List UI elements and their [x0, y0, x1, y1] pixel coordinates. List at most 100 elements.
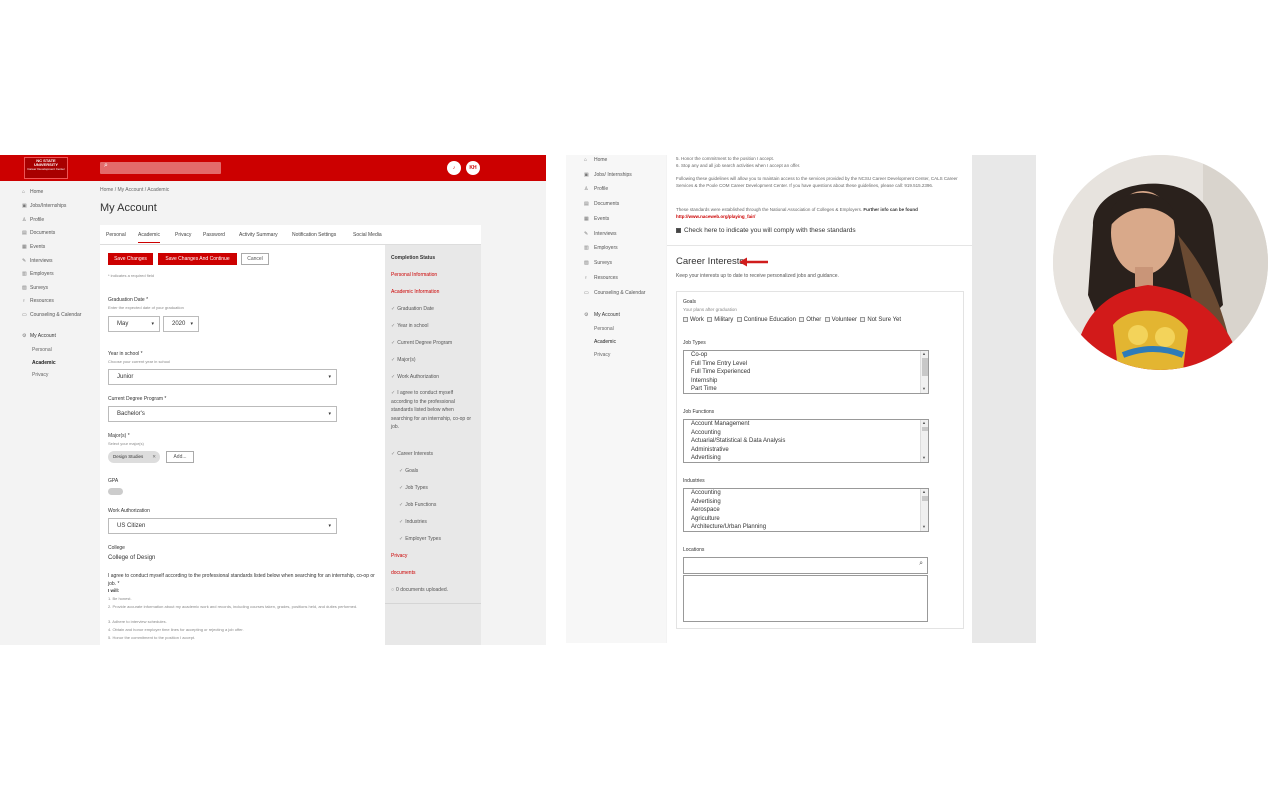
sidebar-item-employers[interactable]: ▥ Employers: [22, 271, 54, 277]
bell-icon[interactable]: ♪: [447, 161, 461, 175]
scrollbar-thumb[interactable]: [922, 427, 928, 431]
sidebar-item-home[interactable]: ⌂ Home: [22, 189, 43, 195]
tab-privacy[interactable]: Privacy: [175, 232, 191, 238]
save-continue-button[interactable]: Save Changes And Continue: [158, 253, 237, 265]
sidebar-item-jobs[interactable]: ▣ Jobs/Internships: [22, 203, 66, 209]
job-types-listbox[interactable]: Co-op Full Time Entry Level Full Time Ex…: [683, 350, 929, 394]
sidebar-sub-academic[interactable]: Academic: [594, 339, 616, 345]
goal-not-sure-checkbox[interactable]: Not Sure Yet: [860, 317, 901, 323]
sidebar-item-events[interactable]: ▦ Events: [22, 244, 45, 250]
avatar[interactable]: KH: [466, 161, 480, 175]
list-item[interactable]: Administrative: [684, 446, 928, 455]
sidebar-sub-personal[interactable]: Personal: [32, 347, 52, 353]
sidebar-sub-privacy[interactable]: Privacy: [32, 372, 48, 378]
search-icon[interactable]: ⌕: [919, 560, 923, 568]
list-item[interactable]: Agriculture: [684, 515, 928, 524]
sidebar-sub-personal[interactable]: Personal: [594, 326, 614, 332]
checkbox-icon[interactable]: [860, 317, 866, 322]
scrollbar[interactable]: ▲ ▼: [920, 489, 928, 531]
list-item[interactable]: Part Time: [684, 385, 928, 393]
scroll-down-icon[interactable]: ▼: [922, 524, 926, 529]
sidebar-item-my-account[interactable]: ⚙ My Account: [584, 312, 620, 318]
tab-notification-settings[interactable]: Notification Settings: [292, 232, 336, 238]
scrollbar-thumb[interactable]: [922, 358, 928, 376]
industries-listbox[interactable]: Accounting Advertising Aerospace Agricul…: [683, 488, 929, 532]
save-button[interactable]: Save Changes: [108, 253, 153, 265]
graduation-year-select[interactable]: 2020 ▾: [163, 316, 199, 332]
sidebar-item-events[interactable]: ▦ Events: [584, 216, 609, 222]
goal-other-checkbox[interactable]: Other: [799, 317, 821, 323]
scrollbar-thumb[interactable]: [922, 496, 928, 501]
work-auth-select[interactable]: US Citizen ▾: [108, 518, 337, 534]
sidebar-item-documents[interactable]: ▤ Documents: [584, 201, 619, 207]
graduation-month-select[interactable]: May ▾: [108, 316, 160, 332]
scroll-up-icon[interactable]: ▲: [922, 351, 926, 356]
status-academic-info[interactable]: Academic Information: [391, 289, 439, 296]
status-personal-info[interactable]: Personal Information: [391, 272, 437, 279]
checkbox-icon[interactable]: [799, 317, 805, 322]
status-privacy[interactable]: Privacy: [391, 553, 407, 560]
list-item[interactable]: Architecture/Urban Planning: [684, 523, 928, 531]
list-item[interactable]: Internship: [684, 377, 928, 386]
sidebar-item-jobs[interactable]: ▣ Jobs/ Internships: [584, 172, 632, 178]
list-item[interactable]: Co-op: [684, 351, 928, 360]
tab-academic[interactable]: Academic: [138, 232, 160, 243]
sidebar-item-employers[interactable]: ▥ Employers: [584, 245, 618, 251]
remove-icon[interactable]: ✕: [152, 451, 156, 463]
sidebar-item-interviews[interactable]: ✎ Interviews: [584, 231, 617, 237]
locations-list[interactable]: [683, 575, 928, 622]
sidebar-item-home[interactable]: ⌂ Home: [584, 157, 607, 163]
job-functions-listbox[interactable]: Account Management Accounting Actuarial/…: [683, 419, 929, 463]
search-input[interactable]: ⌕: [100, 162, 221, 174]
list-item[interactable]: Accounting: [684, 489, 928, 498]
list-item[interactable]: Full Time Entry Level: [684, 360, 928, 369]
list-item[interactable]: Full Time Experienced: [684, 368, 928, 377]
scroll-up-icon[interactable]: ▲: [922, 420, 926, 425]
sidebar-item-resources[interactable]: ♀ Resources: [22, 298, 54, 304]
scroll-down-icon[interactable]: ▼: [922, 455, 926, 460]
status-documents[interactable]: documents: [391, 570, 415, 577]
sidebar-item-counseling[interactable]: ▭ Counseling & Calendar: [584, 290, 646, 298]
sidebar-item-surveys[interactable]: ▧ Surveys: [22, 285, 48, 291]
naceweb-link[interactable]: http://www.naceweb.org/playing_fair/: [676, 214, 755, 219]
checkbox-icon[interactable]: [824, 317, 830, 322]
list-item[interactable]: Account Management: [684, 420, 928, 429]
scrollbar[interactable]: ▲ ▼: [920, 351, 928, 393]
sidebar-item-profile[interactable]: ♙ Profile: [22, 217, 44, 223]
list-item[interactable]: Advertising: [684, 498, 928, 507]
checkbox-icon[interactable]: [707, 317, 713, 322]
goal-work-checkbox[interactable]: Work: [683, 317, 704, 323]
tab-password[interactable]: Password: [203, 232, 225, 238]
checkbox-icon[interactable]: [683, 317, 688, 322]
sidebar-sub-privacy[interactable]: Privacy: [594, 352, 610, 358]
tab-personal[interactable]: Personal: [106, 232, 126, 238]
goal-continue-education-checkbox[interactable]: Continue Education: [736, 317, 796, 323]
add-major-button[interactable]: Add...: [166, 451, 194, 463]
tab-social-media[interactable]: Social Media: [353, 232, 382, 238]
goal-volunteer-checkbox[interactable]: Volunteer: [824, 317, 857, 323]
goal-military-checkbox[interactable]: Military: [707, 317, 733, 323]
sidebar-item-counseling[interactable]: ▭ Counseling & Calendar: [22, 312, 82, 319]
checkbox-icon[interactable]: [736, 317, 742, 322]
list-item[interactable]: Aerospace: [684, 506, 928, 515]
sidebar-item-interviews[interactable]: ✎ Interviews: [22, 258, 53, 264]
sidebar-item-my-account[interactable]: ⚙ My Account: [22, 333, 56, 339]
locations-search-input[interactable]: ⌕: [683, 557, 928, 574]
sidebar-item-documents[interactable]: ▤ Documents: [22, 230, 55, 236]
scroll-down-icon[interactable]: ▼: [922, 386, 926, 391]
scroll-up-icon[interactable]: ▲: [922, 489, 926, 494]
list-item[interactable]: Actuarial/Statistical & Data Analysis: [684, 437, 928, 446]
sidebar-sub-academic[interactable]: Academic: [32, 360, 56, 366]
ncsu-logo[interactable]: NC STATE UNIVERSITY Career Development C…: [24, 157, 68, 179]
tab-activity-summary[interactable]: Activity Summary: [239, 232, 278, 238]
sidebar-item-resources[interactable]: ♀ Resources: [584, 275, 618, 281]
cancel-button[interactable]: Cancel: [241, 253, 269, 265]
comply-checkbox[interactable]: Check here to indicate you will comply w…: [676, 227, 856, 234]
list-item[interactable]: Advertising: [684, 454, 928, 462]
checkbox-checked-icon[interactable]: [676, 227, 681, 233]
scrollbar[interactable]: ▲ ▼: [920, 420, 928, 462]
sidebar-item-surveys[interactable]: ▧ Surveys: [584, 260, 612, 266]
year-in-school-select[interactable]: Junior ▾: [108, 369, 337, 385]
list-item[interactable]: Accounting: [684, 429, 928, 438]
degree-select[interactable]: Bachelor's ▾: [108, 406, 337, 422]
